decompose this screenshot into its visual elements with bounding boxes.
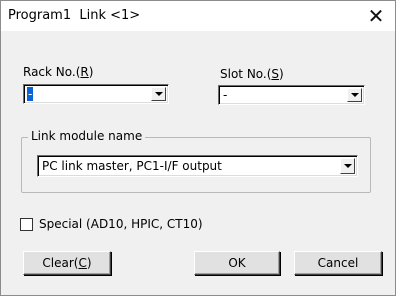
slot-no-label-text: Slot No.( xyxy=(220,67,272,81)
rack-no-dropdown-button[interactable] xyxy=(151,87,166,101)
clear-button-text: Clear( xyxy=(42,256,79,270)
window-title-program: Program1 xyxy=(8,8,72,23)
close-button[interactable]: ✕ xyxy=(363,3,389,29)
rack-no-combobox[interactable]: - xyxy=(23,84,169,104)
rack-no-accelerator: R xyxy=(80,65,89,79)
window-title-link: Link <1> xyxy=(79,8,141,23)
ok-button-label: OK xyxy=(228,256,246,270)
clear-button-end: ) xyxy=(86,256,92,270)
slot-no-value: - xyxy=(223,88,228,102)
chevron-down-icon xyxy=(155,92,163,96)
rack-no-label: Rack No.(R) xyxy=(23,65,93,79)
chevron-down-icon xyxy=(351,93,359,97)
clear-button-label: Clear(C) xyxy=(42,256,91,270)
rack-no-value: - xyxy=(27,87,34,101)
cancel-button-label: Cancel xyxy=(317,256,359,270)
slot-no-dropdown-button[interactable] xyxy=(347,88,362,102)
ok-button[interactable]: OK xyxy=(194,251,280,275)
close-icon: ✕ xyxy=(367,4,385,28)
window-title: Program1 Link <1> xyxy=(8,8,140,23)
rack-no-label-text: Rack No.( xyxy=(23,65,81,79)
special-checkbox[interactable] xyxy=(20,218,33,231)
slot-no-label: Slot No.(S) xyxy=(220,67,284,81)
slot-no-combobox[interactable]: - xyxy=(218,85,365,105)
clear-button[interactable]: Clear(C) xyxy=(23,251,111,275)
link-module-combobox[interactable]: PC link master, PC1-I/F output xyxy=(37,155,358,177)
link-dialog: Program1 Link <1> ✕ Rack No.(R) - Slot N… xyxy=(0,0,396,296)
cancel-button[interactable]: Cancel xyxy=(294,251,382,275)
link-module-value: PC link master, PC1-I/F output xyxy=(42,159,222,173)
slot-no-label-end: ) xyxy=(279,67,284,81)
rack-no-label-end: ) xyxy=(88,65,94,79)
slot-no-accelerator: S xyxy=(271,67,280,81)
link-module-group-label: Link module name xyxy=(28,129,146,143)
title-bar: Program1 Link <1> ✕ xyxy=(1,1,395,31)
link-module-dropdown-button[interactable] xyxy=(340,158,355,174)
chevron-down-icon xyxy=(344,164,352,168)
clear-accelerator: C xyxy=(78,256,87,270)
special-checkbox-label[interactable]: Special (AD10, HPIC, CT10) xyxy=(39,217,203,231)
